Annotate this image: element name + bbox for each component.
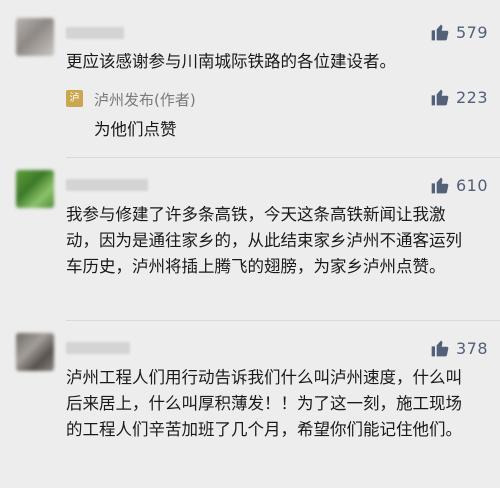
author-name[interactable]: 泸州发布(作者) <box>94 89 196 110</box>
like-count: 610 <box>455 175 488 195</box>
thumbs-up-icon <box>431 177 449 194</box>
like-count: 579 <box>455 22 488 42</box>
thumbs-up-icon <box>431 89 449 106</box>
avatar[interactable] <box>16 333 54 371</box>
comment-item: 610 我参与修建了许多条高铁，今天这条高铁新闻让我激动，因为是通往家乡的，从此… <box>0 158 500 318</box>
comment-text: 更应该感谢参与川南城际铁路的各位建设者。 <box>66 52 396 71</box>
like-button[interactable]: 378 <box>430 338 488 358</box>
like-button[interactable]: 610 <box>430 175 488 195</box>
thumbs-up-icon <box>431 340 449 357</box>
news-logo-icon: 泸 <box>66 90 83 107</box>
comment-item: 378 泸州工程人们用行动告诉我们什么叫泸州速度，什么叫后来居上，什么叫厚积薄发… <box>0 321 500 488</box>
like-button[interactable]: 223 <box>430 87 488 107</box>
comment-text: 我参与修建了许多条高铁，今天这条高铁新闻让我激动，因为是通往家乡的，从此结束家乡… <box>66 205 462 276</box>
username-blurred <box>66 342 130 354</box>
thumbs-up-icon <box>431 24 449 41</box>
avatar[interactable] <box>16 170 54 208</box>
username-blurred <box>66 27 124 39</box>
like-count: 223 <box>455 87 488 107</box>
username-blurred <box>66 179 148 191</box>
reply-text: 为他们点赞 <box>94 120 177 139</box>
like-count: 378 <box>455 338 488 358</box>
like-button[interactable]: 579 <box>430 22 488 42</box>
comment-text: 泸州工程人们用行动告诉我们什么叫泸州速度，什么叫后来居上，什么叫厚积薄发！！为了… <box>66 368 462 439</box>
avatar[interactable] <box>16 18 54 56</box>
comment-item: 579 更应该感谢参与川南城际铁路的各位建设者。 泸 泸州发布(作者) 223 … <box>0 0 500 150</box>
